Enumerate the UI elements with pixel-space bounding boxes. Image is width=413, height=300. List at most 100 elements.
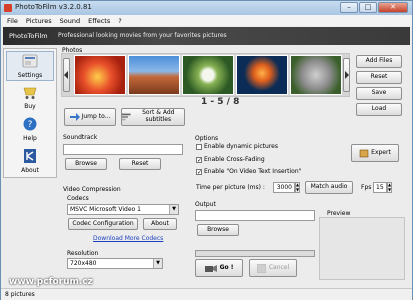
- preview-pane: [319, 217, 405, 280]
- sidebar-item-label: Settings: [17, 72, 43, 79]
- app-icon: [4, 4, 12, 12]
- codecs-label: Codecs: [67, 195, 89, 202]
- dynamic-pictures-checkbox[interactable]: Enable dynamic pictures: [196, 143, 278, 150]
- scroll-left-button[interactable]: [63, 58, 70, 92]
- jump-to-button[interactable]: Jump to...: [64, 108, 116, 126]
- menu-bar: File Pictures Sound Effects ?: [1, 15, 412, 26]
- title-bar: PhotoToFilm v3.2.0.81 – □ ✕: [1, 1, 412, 15]
- menu-file[interactable]: File: [7, 17, 18, 25]
- expert-button[interactable]: Expert: [351, 144, 399, 162]
- watermark: www.pcforum.cz: [9, 277, 93, 287]
- jump-to-label: Jump to...: [81, 112, 111, 120]
- maximize-button[interactable]: □: [359, 2, 377, 13]
- gear-icon: [22, 54, 38, 68]
- time-per-picture-label: Time per picture (ms) :: [196, 184, 265, 191]
- go-button[interactable]: Go !: [195, 259, 243, 277]
- cart-icon: [23, 87, 37, 99]
- photo-counter: 1 - 5 / 8: [201, 97, 240, 107]
- close-button[interactable]: ✕: [378, 2, 408, 13]
- sidebar: Settings Buy ? Help About: [3, 48, 57, 178]
- soundtrack-field[interactable]: [63, 144, 183, 155]
- menu-pictures[interactable]: Pictures: [26, 17, 52, 25]
- save-button[interactable]: Save: [356, 87, 402, 100]
- photo-thumbnail[interactable]: [236, 55, 288, 95]
- window-title: PhotoToFilm v3.2.0.81: [15, 3, 92, 11]
- time-spinner[interactable]: ▲ ▼: [295, 182, 300, 193]
- soundtrack-reset-button[interactable]: Reset: [119, 158, 161, 170]
- codec-about-button[interactable]: About: [143, 218, 177, 230]
- time-per-picture-input[interactable]: 3000: [273, 182, 295, 193]
- sidebar-item-label: Help: [23, 135, 37, 142]
- stop-icon: [256, 263, 266, 273]
- sidebar-item-about[interactable]: About: [6, 147, 54, 177]
- status-text: 8 pictures: [5, 291, 35, 298]
- chevron-down-icon: ▼: [153, 259, 162, 268]
- sort-subtitles-label: Sort & Add subtitles: [142, 109, 175, 123]
- sidebar-item-settings[interactable]: Settings: [6, 51, 54, 81]
- slogan: Professional looking movies from your fa…: [58, 32, 227, 39]
- brand-name: PhotoToFilm: [9, 32, 48, 40]
- preview-label: Preview: [327, 210, 351, 217]
- about-icon: [24, 149, 36, 163]
- dynamic-pictures-label: Enable dynamic pictures: [204, 143, 278, 150]
- sidebar-item-label: Buy: [24, 103, 36, 110]
- go-label: Go !: [219, 263, 234, 271]
- sidebar-item-label: About: [21, 167, 39, 174]
- output-browse-button[interactable]: Browse: [197, 224, 239, 236]
- options-label: Options: [195, 135, 219, 142]
- load-button[interactable]: Load: [356, 103, 402, 116]
- output-label: Output: [195, 201, 216, 208]
- help-icon: ?: [23, 117, 37, 131]
- codec-configuration-button[interactable]: Codec Configuration: [68, 218, 138, 230]
- codec-value: MSVC Microsoft Video 1: [70, 206, 141, 213]
- checkbox-checked: ✓: [196, 156, 203, 164]
- sidebar-item-help[interactable]: ? Help: [6, 115, 54, 145]
- chevron-down-icon: ▼: [169, 205, 178, 214]
- soundtrack-browse-button[interactable]: Browse: [65, 158, 107, 170]
- output-field[interactable]: [195, 210, 315, 221]
- resolution-label: Resolution: [67, 250, 99, 257]
- menu-effects[interactable]: Effects: [88, 17, 110, 25]
- scroll-right-button[interactable]: [343, 58, 350, 92]
- tools-icon: [359, 149, 369, 157]
- chevron-right-icon: [345, 71, 349, 79]
- menu-help[interactable]: ?: [118, 17, 121, 25]
- reset-photos-button[interactable]: Reset: [356, 71, 402, 84]
- add-files-button[interactable]: Add Files: [356, 55, 402, 68]
- download-codecs-link[interactable]: Download More Codecs: [93, 235, 163, 242]
- sort-subtitles-button[interactable]: Sort & Add subtitles: [121, 108, 185, 126]
- cancel-label: Cancel: [268, 263, 290, 271]
- menu-sound[interactable]: Sound: [60, 17, 80, 25]
- checkbox-checked: ✓: [196, 168, 203, 176]
- chevron-left-icon: [64, 71, 68, 79]
- svg-text:?: ?: [28, 120, 33, 130]
- soundtrack-label: Soundtrack: [63, 134, 98, 141]
- photo-thumbnail[interactable]: [128, 55, 180, 95]
- match-audio-button[interactable]: Match audio: [305, 181, 353, 194]
- fps-input[interactable]: 15: [373, 182, 387, 193]
- resolution-select[interactable]: 720x480 ▼: [67, 258, 163, 269]
- photo-thumbnail[interactable]: [74, 55, 126, 95]
- photo-thumbnail[interactable]: [290, 55, 342, 95]
- sidebar-item-buy[interactable]: Buy: [6, 83, 54, 113]
- resolution-value: 720x480: [70, 260, 97, 267]
- on-video-text-checkbox[interactable]: ✓ Enable "On Video Text Insertion": [196, 168, 301, 175]
- expert-label: Expert: [371, 148, 391, 156]
- video-compression-label: Video Compression: [63, 186, 121, 193]
- photo-thumbnail[interactable]: [182, 55, 234, 95]
- codec-select[interactable]: MSVC Microsoft Video 1 ▼: [67, 204, 179, 215]
- arrow-icon: [69, 113, 80, 121]
- minimize-button[interactable]: –: [340, 2, 358, 13]
- cross-fading-label: Enable Cross-Fading: [204, 156, 265, 163]
- fps-spinner[interactable]: ▲ ▼: [387, 182, 392, 193]
- status-bar: 8 pictures: [1, 288, 412, 300]
- cancel-button[interactable]: Cancel: [249, 259, 297, 277]
- sort-icon: [122, 113, 131, 121]
- on-video-text-label: Enable "On Video Text Insertion": [204, 168, 302, 175]
- header-banner: PhotoToFilm Professional looking movies …: [3, 27, 410, 45]
- checkbox-box: [196, 143, 202, 150]
- main-window: PhotoToFilm v3.2.0.81 – □ ✕ File Picture…: [0, 0, 413, 300]
- projector-icon: [204, 264, 217, 272]
- cross-fading-checkbox[interactable]: ✓ Enable Cross-Fading: [196, 156, 265, 163]
- progress-bar: [195, 250, 315, 257]
